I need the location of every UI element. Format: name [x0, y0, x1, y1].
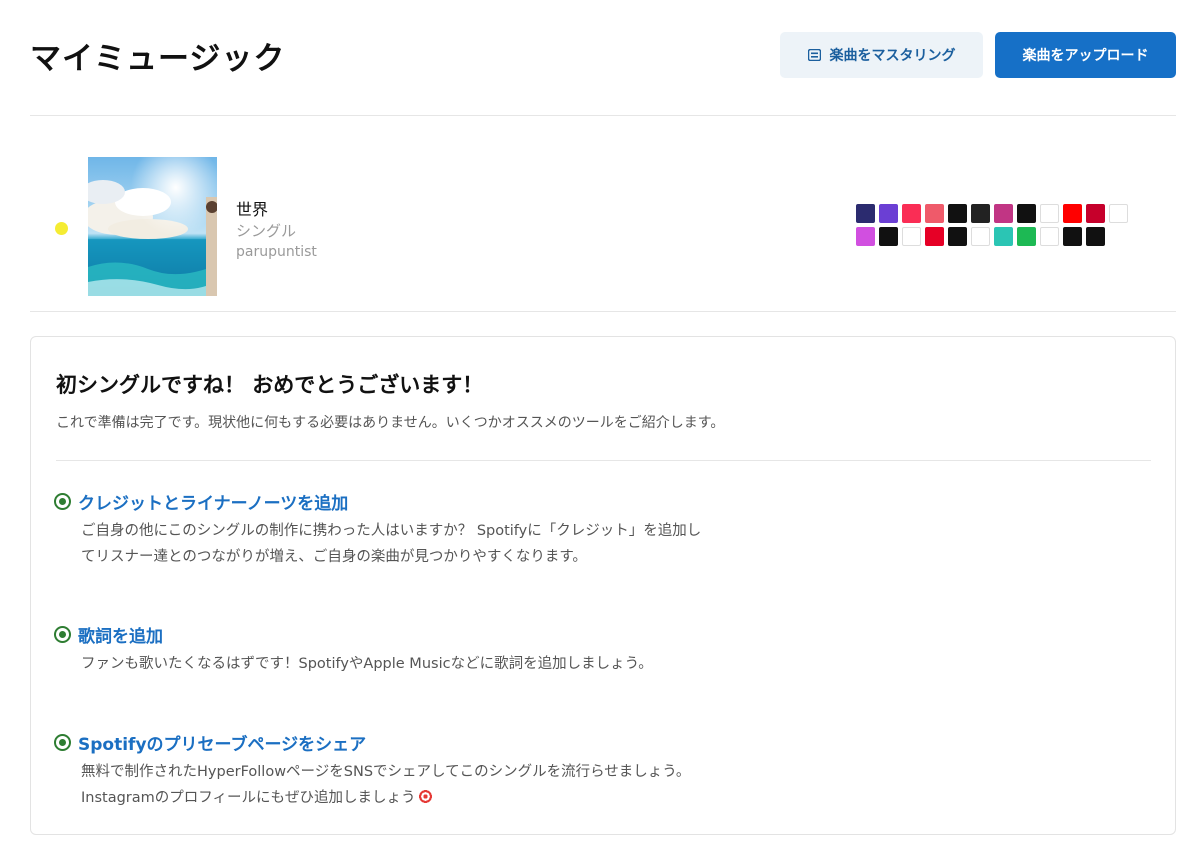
pandora-icon	[971, 227, 990, 246]
iheartradio-icon	[1086, 204, 1105, 223]
page-title: マイミュージック	[30, 41, 286, 77]
page-header: マイミュージック 楽曲をマスタリング 楽曲をアップロード	[30, 0, 1176, 116]
release-row[interactable]: 世界 シングル parupuntist	[30, 116, 1176, 312]
first-single-card: 初シングルですね！ おめでとうございます！ これで準備は完了です。現状他に何もす…	[30, 336, 1176, 835]
release-type: シングル	[236, 222, 297, 240]
dart-target-icon	[418, 789, 434, 804]
mastering-icon	[807, 49, 821, 61]
amazon-music-icon	[856, 204, 875, 223]
instagram-icon	[994, 204, 1013, 223]
release-status-dot	[55, 222, 68, 235]
tip-lyrics: 歌詞を追加 ファンも歌いたくなるはずです！SpotifyやApple Music…	[54, 622, 714, 677]
audiomack-icon	[879, 227, 898, 246]
kkbox-icon	[1109, 204, 1128, 223]
store-icon-list	[856, 204, 1146, 246]
tiktok-icon	[1086, 227, 1105, 246]
master-track-button[interactable]: 楽曲をマスタリング	[780, 32, 983, 78]
tip-presave-text: 無料で制作されたHyperFollowページをSNSでシェアしてこのシングルを流…	[81, 764, 691, 806]
tip-lyrics-body: ファンも歌いたくなるはずです！SpotifyやApple Musicなどに歌詞を…	[81, 656, 653, 672]
target-icon	[54, 625, 71, 643]
spotify-icon	[1017, 227, 1036, 246]
qq-music-icon	[1040, 227, 1059, 246]
youtube-music-icon	[1063, 204, 1082, 223]
itunes-icon	[856, 227, 875, 246]
tip-presave: Spotifyのプリセーブページをシェア 無料で制作されたHyperFollow…	[54, 730, 714, 811]
netease-icon	[925, 227, 944, 246]
tip-credits-body: ご自身の他にこのシングルの制作に携わった人はいますか？ Spotifyに「クレジ…	[81, 523, 702, 565]
saavn-icon	[994, 227, 1013, 246]
target-icon	[54, 492, 71, 510]
qobuz-icon	[948, 227, 967, 246]
tip-presave-body: 無料で制作されたHyperFollowページをSNSでシェアしてこのシングルを流…	[81, 759, 706, 811]
flo-icon	[1040, 204, 1059, 223]
master-track-label: 楽曲をマスタリング	[829, 48, 956, 64]
target-icon	[54, 733, 71, 751]
add-lyrics-link[interactable]: 歌詞を追加	[78, 622, 163, 647]
release-title[interactable]: 世界	[236, 196, 268, 220]
card-divider	[56, 460, 1151, 461]
release-artist: parupuntist	[236, 244, 317, 260]
deezer-icon	[971, 204, 990, 223]
jiosaavn-k-icon	[902, 227, 921, 246]
card-title: 初シングルですね！ おめでとうございます！	[56, 373, 484, 397]
boomplay-icon	[948, 204, 967, 223]
add-credits-link[interactable]: クレジットとライナーノーツを追加	[78, 489, 348, 514]
melon-icon	[925, 204, 944, 223]
release-cover-art[interactable]	[88, 157, 217, 296]
upload-track-button[interactable]: 楽曲をアップロード	[995, 32, 1176, 78]
joox-icon	[1017, 204, 1036, 223]
card-description: これで準備は完了です。現状他に何もする必要はありません。いくつかオススメのツール…	[56, 415, 725, 431]
tidal-icon	[1063, 227, 1082, 246]
tip-credits: クレジットとライナーノーツを追加 ご自身の他にこのシングルの制作に携わった人はい…	[54, 489, 714, 570]
anghami-icon	[879, 204, 898, 223]
apple-music-icon	[902, 204, 921, 223]
share-presave-link[interactable]: Spotifyのプリセーブページをシェア	[78, 730, 366, 755]
